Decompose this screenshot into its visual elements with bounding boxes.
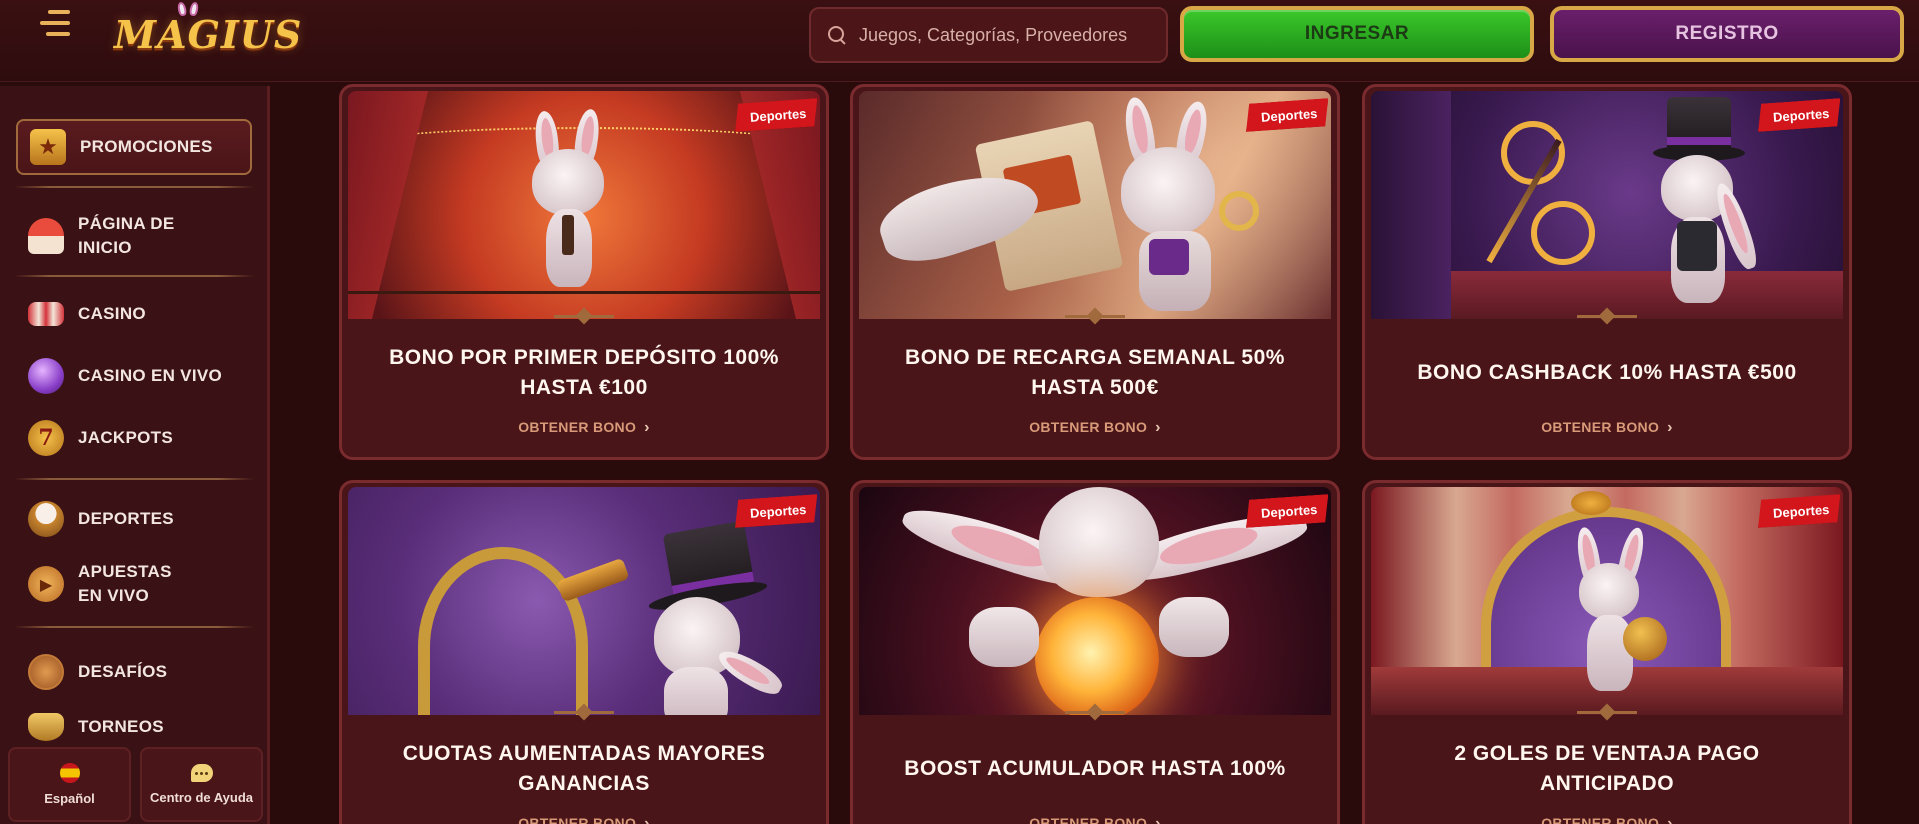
promo-card[interactable]: Deportes BONO DE RECARGA SEMANAL 50% HAS… xyxy=(850,84,1340,460)
sidebar-divider xyxy=(14,275,254,277)
live-play-icon: ▶ xyxy=(28,566,64,602)
get-bonus-link[interactable]: OBTENER BONO › xyxy=(342,815,826,824)
get-bonus-link[interactable]: OBTENER BONO › xyxy=(342,419,826,437)
ornament-divider xyxy=(1577,309,1637,325)
search-box[interactable] xyxy=(809,7,1168,63)
spain-flag-icon xyxy=(59,763,80,783)
get-bonus-label: OBTENER BONO xyxy=(1541,419,1660,435)
trophy-ball-icon xyxy=(28,501,64,537)
get-bonus-label: OBTENER BONO xyxy=(518,815,637,824)
help-center-button[interactable]: Centro de Ayuda xyxy=(140,747,263,822)
ornament-divider xyxy=(1577,705,1637,721)
promo-card-body: BONO CASHBACK 10% HASTA €500 OBTENER BON… xyxy=(1365,315,1849,457)
category-tag: Deportes xyxy=(733,494,819,528)
promo-card[interactable]: Deportes CUOTAS AUMENTADAS MAYORES GANAN… xyxy=(339,480,829,824)
category-tag: Deportes xyxy=(1244,494,1330,528)
sidebar-item-label: CASINO xyxy=(78,304,146,323)
category-tag: Deportes xyxy=(1756,494,1842,528)
category-tag: Deportes xyxy=(1244,98,1330,132)
get-bonus-label: OBTENER BONO xyxy=(1029,419,1148,435)
language-label: Español xyxy=(44,791,95,806)
sidebar-divider xyxy=(14,186,254,188)
sidebar-item-torneos[interactable]: TORNEOS xyxy=(16,706,252,748)
promo-title: BONO DE RECARGA SEMANAL 50% HASTA 500€ xyxy=(905,346,1285,399)
site-logo[interactable]: MAGIUS xyxy=(114,1,303,62)
ornament-divider xyxy=(554,309,614,325)
lucky-seven-icon: 7 xyxy=(28,420,64,456)
chevron-right-icon: › xyxy=(1667,419,1673,436)
sidebar-item-label: JACKPOTS xyxy=(78,428,173,447)
slot-reels-icon xyxy=(28,302,64,326)
sidebar-item-desafios[interactable]: DESAFÍOS xyxy=(16,644,252,700)
promo-card[interactable]: Deportes 2 GOLES DE VENTAJA PAGO ANTICIP… xyxy=(1362,480,1852,824)
sidebar-divider xyxy=(14,478,254,480)
logo-ears-icon xyxy=(176,1,202,17)
star-gift-icon: ★ xyxy=(30,129,66,165)
sidebar-item-label: DEPORTES xyxy=(78,509,174,528)
promo-title: BONO POR PRIMER DEPÓSITO 100% HASTA €100 xyxy=(389,346,779,399)
chevron-right-icon: › xyxy=(1667,815,1673,824)
get-bonus-link[interactable]: OBTENER BONO › xyxy=(853,419,1337,437)
sidebar-item-promociones[interactable]: ★ PROMOCIONES xyxy=(16,119,252,175)
search-input[interactable] xyxy=(859,24,1159,46)
get-bonus-link[interactable]: OBTENER BONO › xyxy=(853,815,1337,824)
top-bar: MAGIUS INGRESAR REGISTRO xyxy=(0,0,1919,82)
language-selector[interactable]: Español xyxy=(8,747,131,822)
crystal-ball-icon xyxy=(28,358,64,394)
promo-card[interactable]: Deportes BONO POR PRIMER DEPÓSITO 100% H… xyxy=(339,84,829,460)
sidebar-item-label: PROMOCIONES xyxy=(80,137,213,156)
sidebar-item-label: CASINO EN VIVO xyxy=(78,366,223,385)
promo-card-body: BONO POR PRIMER DEPÓSITO 100% HASTA €100… xyxy=(342,315,826,457)
register-button[interactable]: REGISTRO xyxy=(1550,6,1904,62)
get-bonus-label: OBTENER BONO xyxy=(1029,815,1148,824)
promo-card[interactable]: Deportes BONO CASHBACK 10% HASTA €500 OB… xyxy=(1362,84,1852,460)
chevron-right-icon: › xyxy=(1155,419,1161,436)
logo-text: MAGIUS xyxy=(114,12,303,57)
sidebar-item-label: DESAFÍOS xyxy=(78,662,168,681)
promo-title: BOOST ACUMULADOR HASTA 100% xyxy=(904,757,1286,780)
ornament-divider xyxy=(1065,309,1125,325)
sidebar-item-label: PÁGINA DE INICIO xyxy=(78,214,175,257)
sidebar-item-label: APUESTAS EN VIVO xyxy=(78,562,172,605)
sidebar-item-casino[interactable]: CASINO xyxy=(16,286,252,342)
sidebar-item-apuestas-en-vivo[interactable]: ▶ APUESTAS EN VIVO xyxy=(16,552,252,616)
sidebar-item-jackpots[interactable]: 7 JACKPOTS xyxy=(16,410,252,466)
ornament-divider xyxy=(554,705,614,721)
sidebar-item-deportes[interactable]: DEPORTES xyxy=(16,491,252,547)
get-bonus-link[interactable]: OBTENER BONO › xyxy=(1365,815,1849,824)
sidebar-item-pagina-de-inicio[interactable]: PÁGINA DE INICIO xyxy=(16,204,252,268)
promo-card-body: 2 GOLES DE VENTAJA PAGO ANTICIPADO OBTEN… xyxy=(1365,711,1849,824)
get-bonus-label: OBTENER BONO xyxy=(1541,815,1660,824)
promo-title: CUOTAS AUMENTADAS MAYORES GANANCIAS xyxy=(402,742,766,795)
get-bonus-link[interactable]: OBTENER BONO › xyxy=(1365,419,1849,437)
promo-card-body: BOOST ACUMULADOR HASTA 100% OBTENER BONO… xyxy=(853,711,1337,824)
chevron-right-icon: › xyxy=(644,419,650,436)
category-tag: Deportes xyxy=(1756,98,1842,132)
sidebar-item-label: TORNEOS xyxy=(78,717,164,736)
promo-card-body: BONO DE RECARGA SEMANAL 50% HASTA 500€ O… xyxy=(853,315,1337,457)
tournament-trophy-icon xyxy=(28,713,64,741)
circus-tent-icon xyxy=(28,218,64,254)
search-icon xyxy=(827,25,847,45)
sidebar-divider xyxy=(14,626,254,628)
category-tag: Deportes xyxy=(733,98,819,132)
ornament-divider xyxy=(1065,705,1125,721)
hamburger-menu-icon[interactable] xyxy=(40,8,76,38)
promo-title: 2 GOLES DE VENTAJA PAGO ANTICIPADO xyxy=(1454,742,1760,795)
challenge-medal-icon xyxy=(28,654,64,690)
sidebar-item-casino-en-vivo[interactable]: CASINO EN VIVO xyxy=(16,348,252,404)
promo-title: BONO CASHBACK 10% HASTA €500 xyxy=(1417,361,1797,384)
promo-card-body: CUOTAS AUMENTADAS MAYORES GANANCIAS OBTE… xyxy=(342,711,826,824)
help-center-label: Centro de Ayuda xyxy=(149,790,254,805)
login-button[interactable]: INGRESAR xyxy=(1180,6,1534,62)
sidebar: ★ PROMOCIONES PÁGINA DE INICIO CASINO CA… xyxy=(0,86,270,824)
promo-card[interactable]: Deportes BOOST ACUMULADOR HASTA 100% OBT… xyxy=(850,480,1340,824)
get-bonus-label: OBTENER BONO xyxy=(518,419,637,435)
chevron-right-icon: › xyxy=(644,815,650,824)
chevron-right-icon: › xyxy=(1155,815,1161,824)
chat-bubble-icon xyxy=(190,764,213,782)
